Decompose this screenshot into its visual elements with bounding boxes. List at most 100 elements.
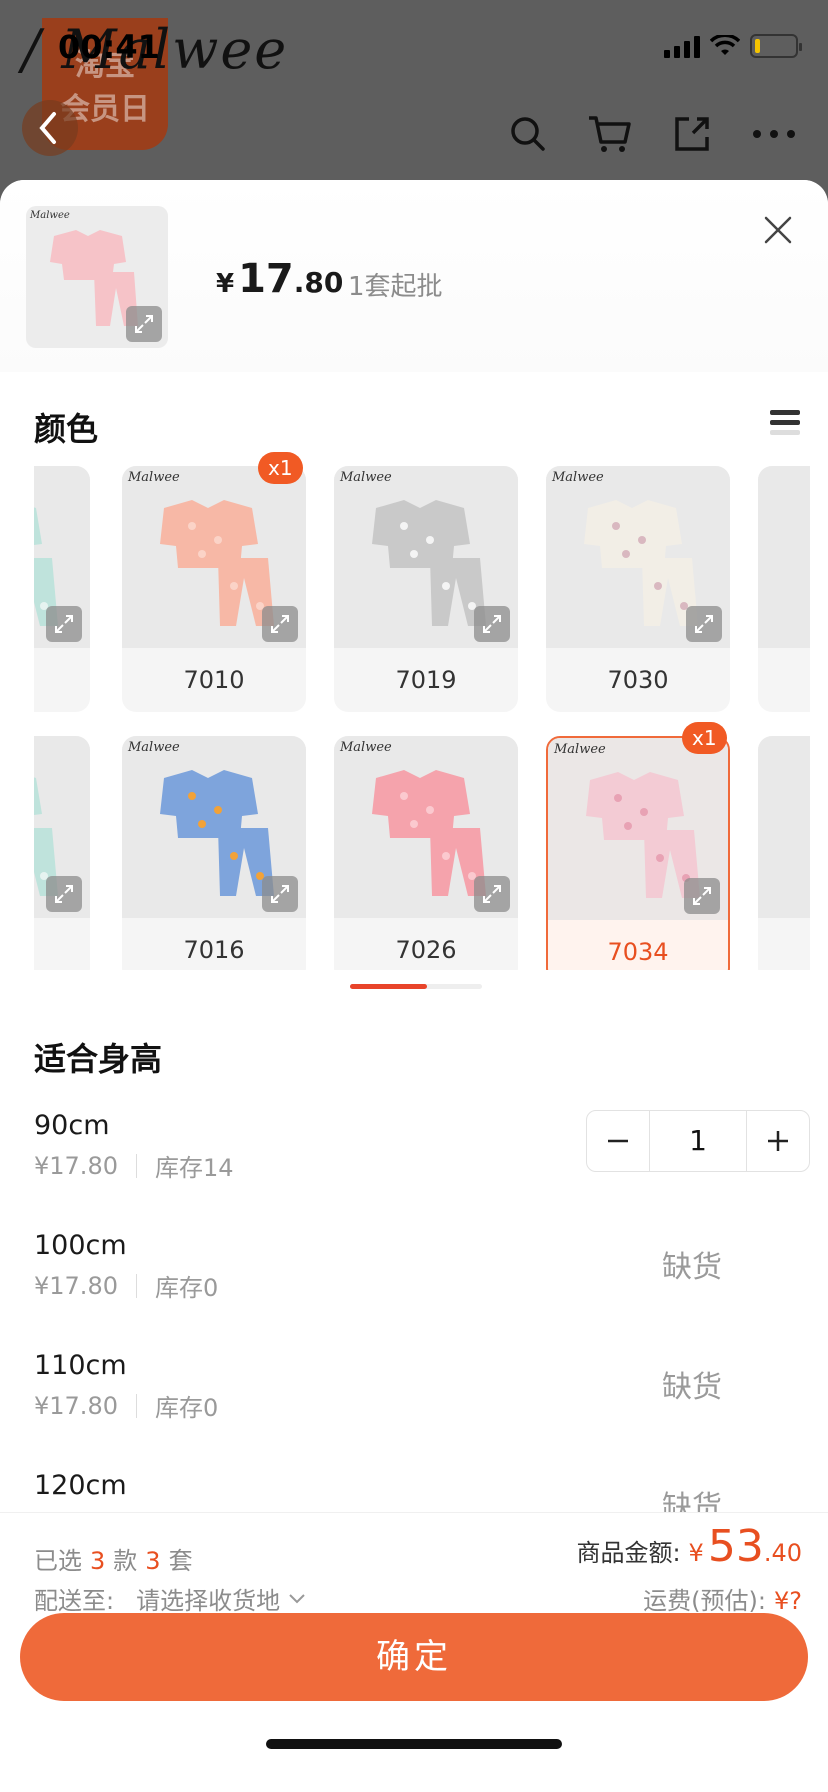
color-option-label xyxy=(758,648,810,712)
color-option-label: 3 xyxy=(34,918,90,970)
ship-label: 配送至: xyxy=(34,1587,115,1615)
more-button[interactable] xyxy=(744,104,804,164)
color-option-image: Malwee xyxy=(546,466,730,648)
color-option-label: 7030 xyxy=(607,666,669,694)
expand-icon xyxy=(271,885,289,903)
confirm-button[interactable]: 确定 xyxy=(20,1613,808,1701)
size-meta: ¥17.80 库存0 xyxy=(34,1388,218,1423)
min-order-text: 1套起批 xyxy=(348,272,443,302)
size-name: 100cm xyxy=(34,1230,127,1261)
quantity-stepper: 1 xyxy=(586,1110,810,1172)
brand-mark: Malwee xyxy=(554,742,606,757)
out-of-stock-label: 缺货 xyxy=(662,1370,722,1405)
amount-decimal: .40 xyxy=(763,1539,802,1567)
sku-selector-sheet: Malwee ¥ 17 .80 1套起批 颜色 Malwee7Malwee701… xyxy=(0,180,828,1792)
color-option-card[interactable] xyxy=(758,466,810,712)
expand-icon xyxy=(55,615,73,633)
color-option-label: 7010 xyxy=(183,666,245,694)
color-option-card[interactable]: Malwee3 xyxy=(34,736,90,970)
color-option-card[interactable]: Malwee 7034 xyxy=(546,736,730,970)
expand-icon xyxy=(695,615,713,633)
decrement-button[interactable] xyxy=(587,1111,649,1171)
freight-label: 运费(预估): xyxy=(643,1587,766,1615)
size-meta: ¥17.80 库存0 xyxy=(34,1268,218,1303)
ship-to-selector[interactable]: 配送至: 请选择收货地 xyxy=(34,1581,306,1616)
size-row: 100cm ¥17.80 库存0 缺货 xyxy=(34,1230,810,1350)
expand-button[interactable] xyxy=(262,876,298,912)
size-price: ¥17.80 xyxy=(34,1151,118,1180)
amount-integer: 53 xyxy=(707,1521,764,1572)
search-button[interactable] xyxy=(498,104,558,164)
unit-price: ¥ 17 .80 xyxy=(216,256,343,302)
product-thumbnail[interactable]: Malwee xyxy=(26,206,168,348)
increment-button[interactable] xyxy=(747,1111,809,1171)
sets-unit: 套 xyxy=(168,1547,193,1575)
close-icon xyxy=(764,216,792,244)
size-name: 110cm xyxy=(34,1350,127,1381)
price-integer: 17 xyxy=(238,256,294,302)
color-option-card[interactable]: Malwee 7030 xyxy=(546,466,730,712)
expand-button[interactable] xyxy=(686,606,722,642)
sheet-header: Malwee ¥ 17 .80 1套起批 xyxy=(0,180,828,372)
size-section-title: 适合身高 xyxy=(34,1040,163,1078)
search-icon xyxy=(511,117,545,151)
expand-button[interactable] xyxy=(46,876,82,912)
share-icon xyxy=(675,117,709,151)
list-view-toggle[interactable] xyxy=(770,410,800,446)
color-option-card[interactable]: Malwee 7019 xyxy=(334,466,518,712)
expand-icon xyxy=(483,615,501,633)
color-option-card[interactable]: Malwee7 xyxy=(34,466,90,712)
expand-button[interactable] xyxy=(126,306,162,342)
size-name: 90cm xyxy=(34,1110,110,1141)
expand-button[interactable] xyxy=(474,876,510,912)
color-option-label xyxy=(758,918,810,970)
size-name: 120cm xyxy=(34,1470,127,1501)
color-option-card[interactable] xyxy=(758,736,810,970)
cart-button[interactable] xyxy=(580,104,640,164)
price-decimal: .80 xyxy=(293,266,344,299)
quantity-input[interactable]: 1 xyxy=(649,1111,747,1171)
color-option-card[interactable]: Malwee 7016 xyxy=(122,736,306,970)
styles-count: 3 xyxy=(90,1547,106,1575)
color-option-label: 7016 xyxy=(183,936,245,964)
status-time: 00:41 xyxy=(58,28,160,66)
expand-icon xyxy=(271,615,289,633)
expand-button[interactable] xyxy=(684,878,720,914)
expand-button[interactable] xyxy=(46,606,82,642)
amount-currency: ¥ xyxy=(688,1539,704,1567)
color-option-label: 7019 xyxy=(395,666,457,694)
options-panel: 颜色 Malwee7Malwee7010x1Malwee7019Malwee70… xyxy=(14,372,814,1542)
divider xyxy=(135,1393,137,1418)
size-row: 90cm ¥17.80 库存14 1 xyxy=(34,1110,810,1230)
amount-label: 商品金额: xyxy=(576,1539,681,1567)
size-price: ¥17.80 xyxy=(34,1271,118,1300)
color-option-image: Malwee xyxy=(34,736,90,918)
color-option-label: 7 xyxy=(34,648,90,712)
size-meta: ¥17.80 库存14 xyxy=(34,1148,234,1183)
more-icon xyxy=(753,130,795,138)
plus-icon xyxy=(768,1131,788,1151)
color-option-image: Malwee xyxy=(548,738,728,920)
share-button[interactable] xyxy=(662,104,722,164)
expand-button[interactable] xyxy=(262,606,298,642)
color-section-title: 颜色 xyxy=(34,410,99,448)
divider xyxy=(135,1153,137,1178)
back-button[interactable] xyxy=(22,100,78,156)
brand-mark: Malwee xyxy=(340,740,392,755)
color-option-card[interactable]: Malwee 7010 xyxy=(122,466,306,712)
color-option-image: Malwee xyxy=(122,466,306,648)
expand-button[interactable] xyxy=(474,606,510,642)
color-option-label: 7026 xyxy=(395,936,457,964)
color-option-card[interactable]: Malwee 7026 xyxy=(334,736,518,970)
size-row: 110cm ¥17.80 库存0 缺货 xyxy=(34,1350,810,1470)
order-footer: 已选 3 款 3 套 商品金额: ¥ 53 .40 配送至: 请选择收货地 运费(预估)… xyxy=(0,1512,828,1792)
brand-mark: Malwee xyxy=(340,470,392,485)
brand-mark: Malwee xyxy=(128,470,180,485)
battery-icon xyxy=(750,34,802,58)
expand-icon xyxy=(483,885,501,903)
size-stock: 库存0 xyxy=(154,1394,219,1422)
scroll-indicator xyxy=(350,984,482,989)
close-button[interactable] xyxy=(758,210,798,250)
home-indicator xyxy=(266,1739,562,1749)
quantity-badge: x1 xyxy=(258,452,303,484)
